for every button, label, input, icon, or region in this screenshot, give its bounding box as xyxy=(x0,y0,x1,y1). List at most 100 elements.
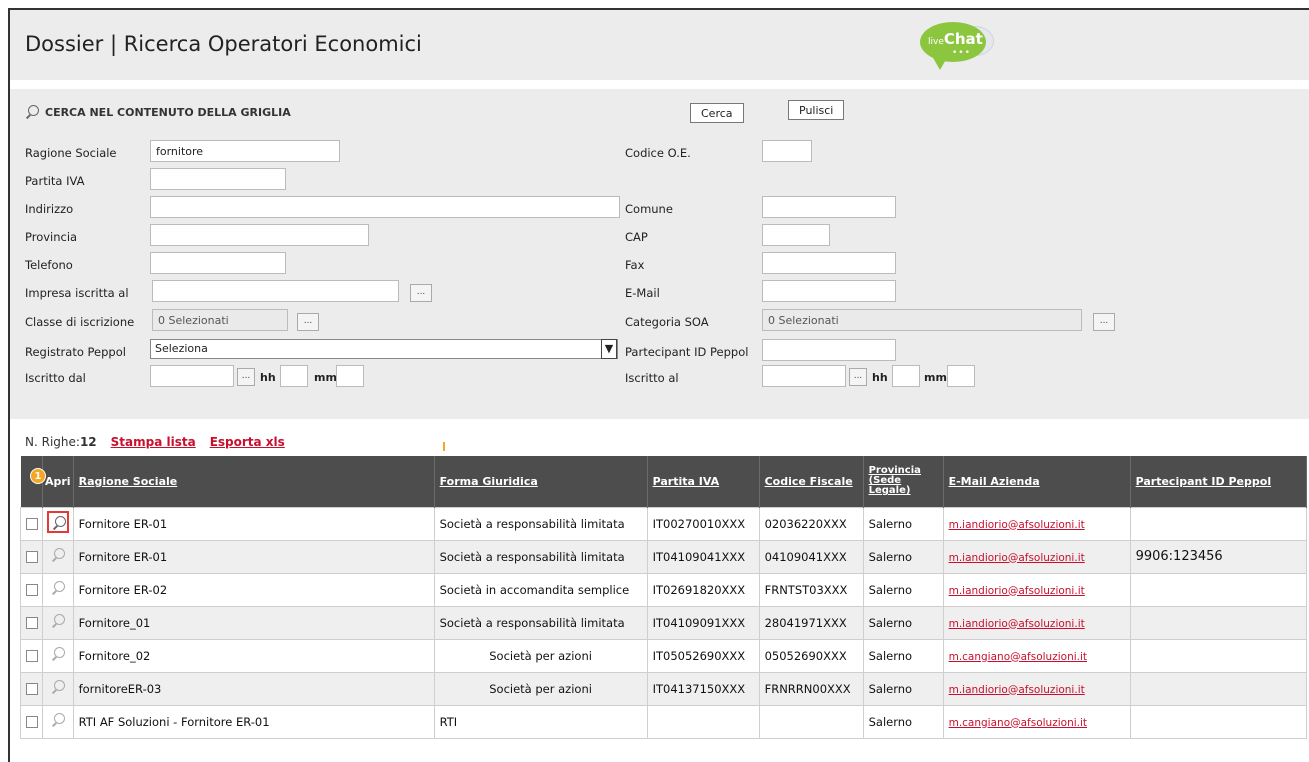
forma-giuridica-cell: Società a responsabilità limitata xyxy=(433,539,648,574)
search-panel: CERCA NEL CONTENUTO DELLA GRIGLIA Cerca … xyxy=(10,89,1309,419)
impresa-iscritta-picker-button[interactable]: ... xyxy=(410,284,432,302)
livechat-button[interactable]: liveChat ••• xyxy=(920,22,1000,80)
iscritto-al-date-input[interactable] xyxy=(762,365,846,387)
ragione-sociale-label: Ragione Sociale xyxy=(25,146,117,160)
classe-iscrizione-picker-button[interactable]: ... xyxy=(297,313,319,331)
cap-label: CAP xyxy=(625,230,648,244)
table-header-row: Apri Ragione Sociale Forma Giuridica Par… xyxy=(20,456,1307,507)
iscritto-dal-hh-label: hh xyxy=(260,371,276,384)
provincia-column-header[interactable]: Provincia (Sede Legale) xyxy=(863,456,944,507)
provincia-cell: Salerno xyxy=(862,506,944,541)
codice-fiscale-cell: FRNRRN00XXX xyxy=(758,671,864,706)
email-link[interactable]: m.iandiorio@afsoluzioni.it xyxy=(949,552,1085,564)
clear-button[interactable]: Pulisci xyxy=(788,100,845,120)
provincia-input[interactable] xyxy=(150,224,369,246)
fax-input[interactable] xyxy=(762,252,896,274)
partita-iva-cell: IT00270010XXX xyxy=(646,506,760,541)
table-row: Fornitore ER-01 Società a responsabilità… xyxy=(20,506,1307,541)
codice-oe-input[interactable] xyxy=(762,140,812,162)
email-link[interactable]: m.cangiano@afsoluzioni.it xyxy=(949,651,1087,663)
fax-label: Fax xyxy=(625,258,645,272)
iscritto-dal-date-input[interactable] xyxy=(150,365,234,387)
codice-fiscale-cell: FRNTST03XXX xyxy=(758,572,864,607)
email-input[interactable] xyxy=(762,280,896,302)
cap-input[interactable] xyxy=(762,224,830,246)
print-list-link[interactable]: Stampa lista xyxy=(111,435,196,449)
partita-iva-column-header[interactable]: Partita IVA xyxy=(647,456,760,507)
magnifier-icon[interactable] xyxy=(51,581,65,595)
registrato-peppol-label: Registrato Peppol xyxy=(25,345,126,359)
impresa-iscritta-input[interactable] xyxy=(152,280,399,302)
annotation-badge: 1 xyxy=(30,468,46,484)
codice-fiscale-column-header[interactable]: Codice Fiscale xyxy=(759,456,864,507)
registrato-peppol-select[interactable]: Seleziona ▼ xyxy=(150,339,618,359)
row-checkbox[interactable] xyxy=(25,683,38,695)
codice-oe-label: Codice O.E. xyxy=(625,146,691,160)
magnifier-icon[interactable] xyxy=(51,614,65,628)
table-row: Fornitore ER-01 Società a responsabilità… xyxy=(20,539,1307,574)
magnifier-icon[interactable] xyxy=(51,548,65,562)
codice-fiscale-cell xyxy=(758,704,864,739)
table-row: RTI AF Soluzioni - Fornitore ER-01 RTI S… xyxy=(20,704,1307,739)
codice-fiscale-cell: 04109041XXX xyxy=(758,539,864,574)
forma-giuridica-cell: Società per azioni xyxy=(433,638,648,673)
row-checkbox[interactable] xyxy=(25,716,38,728)
comune-label: Comune xyxy=(625,202,673,216)
peppol-cell: 9906:123456 xyxy=(1129,539,1307,574)
row-checkbox[interactable] xyxy=(25,617,38,629)
page-title: Dossier | Ricerca Operatori Economici xyxy=(25,32,422,56)
iscritto-dal-calendar-button[interactable]: ... xyxy=(237,368,255,386)
iscritto-al-minute-input[interactable] xyxy=(947,365,975,387)
iscritto-al-calendar-button[interactable]: ... xyxy=(849,368,867,386)
peppol-cell xyxy=(1129,638,1307,673)
ragione-sociale-column-header[interactable]: Ragione Sociale xyxy=(73,456,435,507)
provincia-cell: Salerno xyxy=(862,605,944,640)
partita-iva-cell: IT04109041XXX xyxy=(646,539,760,574)
iscritto-al-hour-input[interactable] xyxy=(892,365,920,387)
iscritto-al-mm-label: mm xyxy=(924,371,947,384)
search-icon xyxy=(25,105,39,119)
indirizzo-label: Indirizzo xyxy=(25,202,74,216)
email-link[interactable]: m.iandiorio@afsoluzioni.it xyxy=(949,519,1085,531)
ragione-sociale-cell: Fornitore ER-01 xyxy=(72,539,435,574)
telefono-input[interactable] xyxy=(150,252,286,274)
ragione-sociale-cell: Fornitore_02 xyxy=(72,638,435,673)
magnifier-icon xyxy=(52,516,66,530)
row-checkbox[interactable] xyxy=(25,650,38,662)
magnifier-icon[interactable] xyxy=(51,680,65,694)
iscritto-dal-minute-input[interactable] xyxy=(336,365,364,387)
categoria-soa-input xyxy=(762,309,1082,331)
ragione-sociale-cell: fornitoreER-03 xyxy=(72,671,435,706)
partita-iva-input[interactable] xyxy=(150,168,286,190)
chevron-down-icon: ▼ xyxy=(601,339,617,359)
impresa-iscritta-label: Impresa iscritta al xyxy=(25,286,129,300)
export-xls-link[interactable]: Esporta xls xyxy=(210,435,285,449)
magnifier-icon[interactable] xyxy=(51,713,65,727)
open-row-button[interactable] xyxy=(46,511,69,533)
iscritto-dal-hour-input[interactable] xyxy=(280,365,308,387)
comune-input[interactable] xyxy=(762,196,896,218)
partita-iva-cell: IT02691820XXX xyxy=(646,572,760,607)
email-link[interactable]: m.cangiano@afsoluzioni.it xyxy=(949,717,1087,729)
search-button[interactable]: Cerca xyxy=(690,103,744,123)
ragione-sociale-input[interactable] xyxy=(150,140,340,162)
iscritto-dal-mm-label: mm xyxy=(314,371,337,384)
email-link[interactable]: m.iandiorio@afsoluzioni.it xyxy=(949,585,1085,597)
forma-giuridica-column-header[interactable]: Forma Giuridica xyxy=(434,456,648,507)
row-checkbox[interactable] xyxy=(25,518,38,530)
indirizzo-input[interactable] xyxy=(150,196,620,218)
row-checkbox[interactable] xyxy=(25,584,38,596)
peppol-column-header[interactable]: Partecipant ID Peppol xyxy=(1130,456,1307,507)
classe-iscrizione-input xyxy=(152,309,288,331)
email-column-header[interactable]: E-Mail Azienda xyxy=(943,456,1131,507)
email-link[interactable]: m.iandiorio@afsoluzioni.it xyxy=(949,684,1085,696)
provincia-cell: Salerno xyxy=(862,638,944,673)
peppol-cell xyxy=(1129,506,1307,541)
magnifier-icon[interactable] xyxy=(51,647,65,661)
partecipant-id-input[interactable] xyxy=(762,339,896,361)
categoria-soa-picker-button[interactable]: ... xyxy=(1093,313,1115,331)
forma-giuridica-cell: Società in accomandita semplice xyxy=(433,572,648,607)
email-link[interactable]: m.iandiorio@afsoluzioni.it xyxy=(949,618,1085,630)
row-checkbox[interactable] xyxy=(25,551,38,563)
partita-iva-cell: IT04137150XXX xyxy=(646,671,760,706)
